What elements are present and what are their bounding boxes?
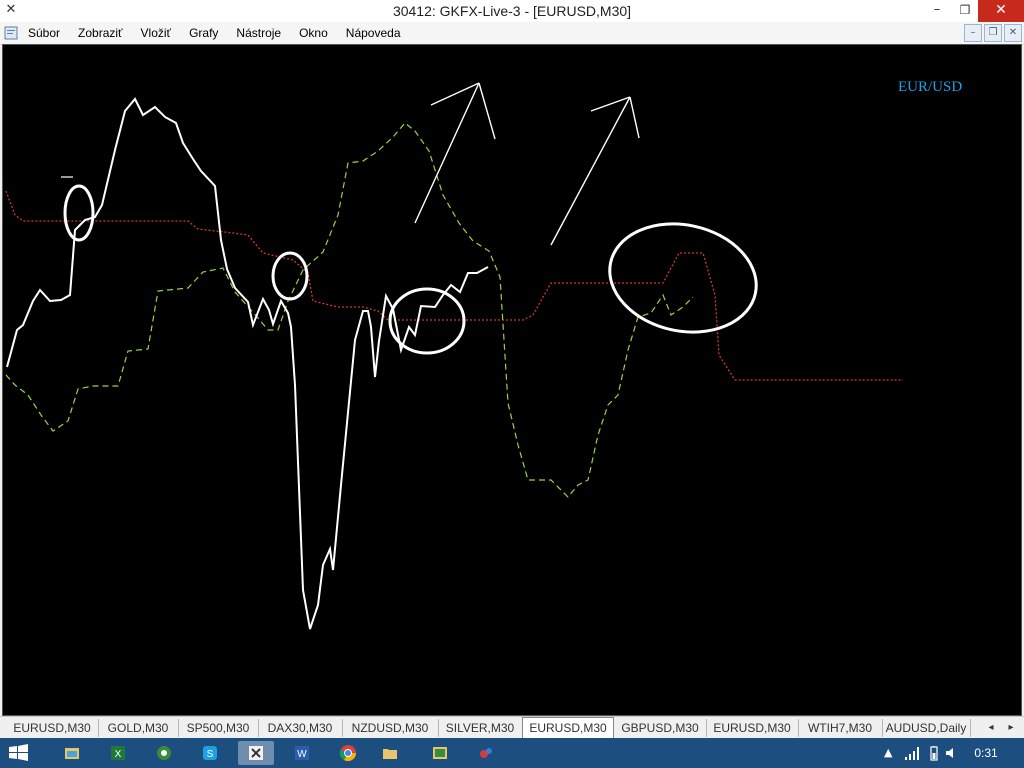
photos-icon[interactable]: [422, 741, 458, 765]
tab-nzdusd-m30[interactable]: NZDUSD,M30: [342, 719, 439, 737]
skype-icon[interactable]: S: [192, 741, 228, 765]
tab-silver-m30[interactable]: SILVER,M30: [438, 719, 523, 737]
chart-tab-bar: EURUSD,M30 GOLD,M30 SP500,M30 DAX30,M30 …: [0, 716, 1024, 740]
minimize-button[interactable]: –: [922, 0, 952, 22]
annotation-circle-4[interactable]: [600, 211, 767, 345]
app-icon[interactable]: [468, 741, 504, 765]
mdi-close-button[interactable]: ✕: [1004, 24, 1022, 42]
symbol-label: EUR/USD: [898, 79, 963, 95]
xbox-icon[interactable]: [146, 741, 182, 765]
menu-view[interactable]: Zobraziť: [78, 22, 123, 44]
speaker-icon[interactable]: [944, 745, 960, 761]
menu-tools[interactable]: Nástroje: [236, 22, 281, 44]
svg-text:S: S: [207, 749, 214, 760]
mdi-minimize-button[interactable]: –: [964, 24, 982, 42]
tab-eurusd-m30[interactable]: EURUSD,M30: [6, 719, 99, 737]
tab-eurusd-m30-active[interactable]: EURUSD,M30: [522, 717, 614, 740]
title-bar: ✕ 30412: GKFX-Live-3 - [EURUSD,M30] – ❐ …: [0, 0, 1024, 22]
menu-help[interactable]: Nápoveda: [346, 22, 401, 44]
close-button[interactable]: ✕: [978, 0, 1024, 22]
tab-gbpusd-m30[interactable]: GBPUSD,M30: [614, 719, 707, 737]
chart-window[interactable]: EUR/USD: [2, 44, 1022, 716]
taskbar-clock[interactable]: 0:31: [966, 738, 1006, 768]
chevron-up-icon[interactable]: ▲: [884, 745, 892, 761]
annotation-circle-3[interactable]: [388, 287, 466, 355]
window-title: 30412: GKFX-Live-3 - [EURUSD,M30]: [392, 3, 632, 19]
svg-text:W: W: [297, 749, 307, 760]
windows-taskbar: X S W ▲ 0:31: [0, 738, 1024, 768]
maximize-button[interactable]: ❐: [952, 0, 978, 22]
chrome-icon[interactable]: [330, 741, 366, 765]
battery-icon[interactable]: [926, 745, 942, 761]
annotation-circle-1[interactable]: [63, 184, 95, 242]
menu-window[interactable]: Okno: [299, 22, 328, 44]
folder-icon[interactable]: [372, 741, 408, 765]
menu-bar: Súbor Zobraziť Vložiť Grafy Nástroje Okn…: [0, 22, 1024, 45]
menu-insert[interactable]: Vložiť: [141, 22, 172, 44]
tab-dax30-m30[interactable]: DAX30,M30: [258, 719, 343, 737]
tab-scroll-left-button[interactable]: ◂: [984, 720, 998, 736]
tab-audusd-daily[interactable]: AUDUSD,Daily: [882, 719, 971, 737]
tab-eurusd-m30-2[interactable]: EURUSD,M30: [706, 719, 799, 737]
annotation-arrow-2[interactable]: [550, 96, 640, 246]
mdi-restore-button[interactable]: ❐: [984, 24, 1002, 42]
red-dotted-line: [5, 190, 903, 381]
menu-charts[interactable]: Grafy: [189, 22, 218, 44]
tab-wtih7-m30[interactable]: WTIH7,M30: [798, 719, 883, 737]
windows-start-icon[interactable]: [6, 742, 32, 764]
price-line: [6, 97, 489, 630]
tab-gold-m30[interactable]: GOLD,M30: [98, 719, 179, 737]
tab-sp500-m30[interactable]: SP500,M30: [178, 719, 259, 737]
word-icon[interactable]: W: [284, 741, 320, 765]
menu-file[interactable]: Súbor: [28, 22, 60, 44]
file-explorer-icon[interactable]: [54, 741, 90, 765]
metatrader-icon[interactable]: [238, 741, 274, 765]
annotation-arrow-1[interactable]: [414, 82, 496, 224]
chart-canvas[interactable]: [3, 45, 1021, 715]
excel-icon[interactable]: X: [100, 741, 136, 765]
tab-scroll-right-button[interactable]: ▸: [1004, 720, 1018, 736]
document-icon[interactable]: [4, 25, 20, 41]
signal-icon[interactable]: [904, 745, 920, 761]
annotation-circle-2[interactable]: [271, 251, 309, 301]
svg-text:X: X: [115, 749, 122, 760]
